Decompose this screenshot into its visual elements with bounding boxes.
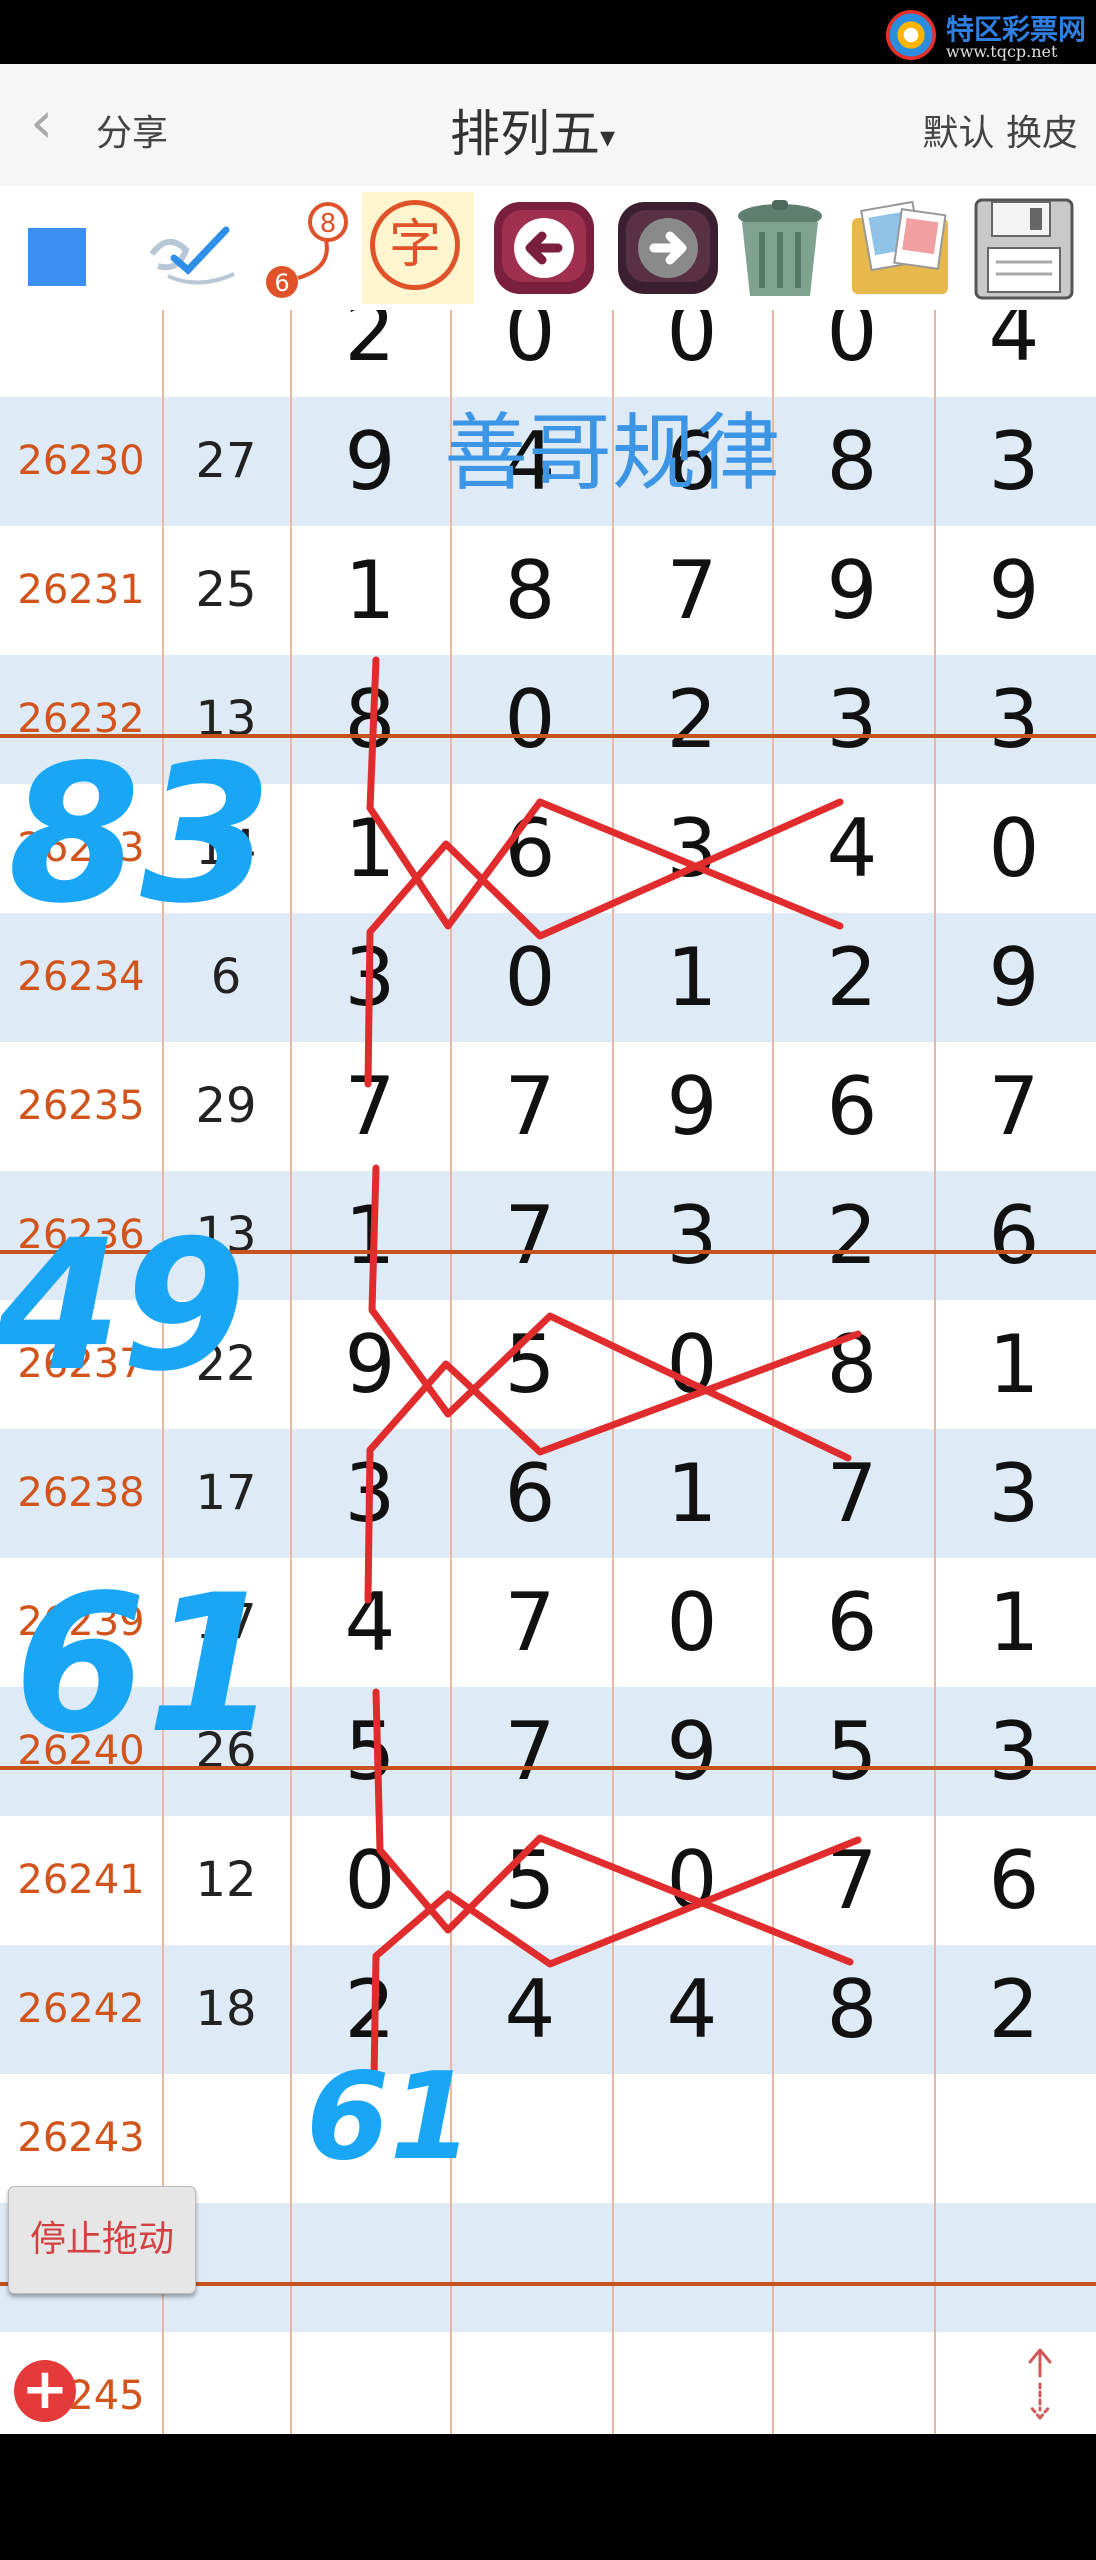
results-grid: 2 0 0 0 4 26230 27 9 4 6 8 3 26231 25 1 8 7 9 9 26232 13 8 0 2 3… [0, 310, 1096, 2434]
chevron-left-icon[interactable]: ‹ [30, 92, 80, 152]
handwritten-notes: 83 49 61 61 [0, 724, 473, 2187]
app-header: ‹ 分享 排列五▾ 默认 换皮 [0, 64, 1096, 187]
trash-icon[interactable] [724, 192, 836, 304]
back-arrow-icon[interactable] [488, 192, 600, 304]
marker-number-a: 8 [320, 209, 337, 239]
forward-arrow-icon[interactable] [612, 192, 724, 304]
note-61-small: 61 [306, 2048, 473, 2187]
note-49: 49 [0, 1202, 247, 1411]
pen-check-icon[interactable] [138, 192, 250, 304]
note-83: 83 [8, 724, 272, 945]
skin-button[interactable]: 默认 换皮 [923, 104, 1078, 156]
watermark: 特区彩票网 www.tqcp.net [886, 6, 1086, 61]
share-button[interactable]: 分享 [96, 104, 168, 156]
toolbar: 8 6 字 [0, 186, 1096, 310]
marker-number-b: 6 [274, 269, 289, 297]
page-title[interactable]: 排列五▾ [450, 94, 615, 166]
title-text: 排列五 [450, 105, 600, 163]
pictures-icon[interactable] [844, 192, 956, 304]
overlay-title: 善哥规律 [444, 404, 780, 502]
stop-drag-button[interactable]: 停止拖动 [8, 2186, 196, 2294]
watermark-url: www.tqcp.net [946, 42, 1058, 61]
save-disk-icon[interactable] [968, 192, 1080, 304]
status-bar: 特区彩票网 www.tqcp.net [0, 0, 1096, 64]
annotation-overlay: 善哥规律 83 49 61 61 [0, 404, 862, 2187]
number-marker-icon[interactable]: 8 6 [252, 192, 364, 304]
watermark-logo-icon [886, 10, 936, 60]
red-pattern-lines [364, 656, 862, 2084]
scroll-arrows-icon[interactable] [1012, 2344, 1068, 2424]
note-61: 61 [14, 1554, 278, 1775]
square-color-icon[interactable] [12, 192, 124, 304]
plus-circle-icon[interactable]: + [14, 2360, 76, 2422]
navigation-bar [0, 2434, 1096, 2560]
zi-character-label: 字 [370, 200, 460, 290]
caret-down-icon: ▾ [600, 120, 616, 155]
zi-character-icon[interactable]: 字 [362, 192, 474, 304]
